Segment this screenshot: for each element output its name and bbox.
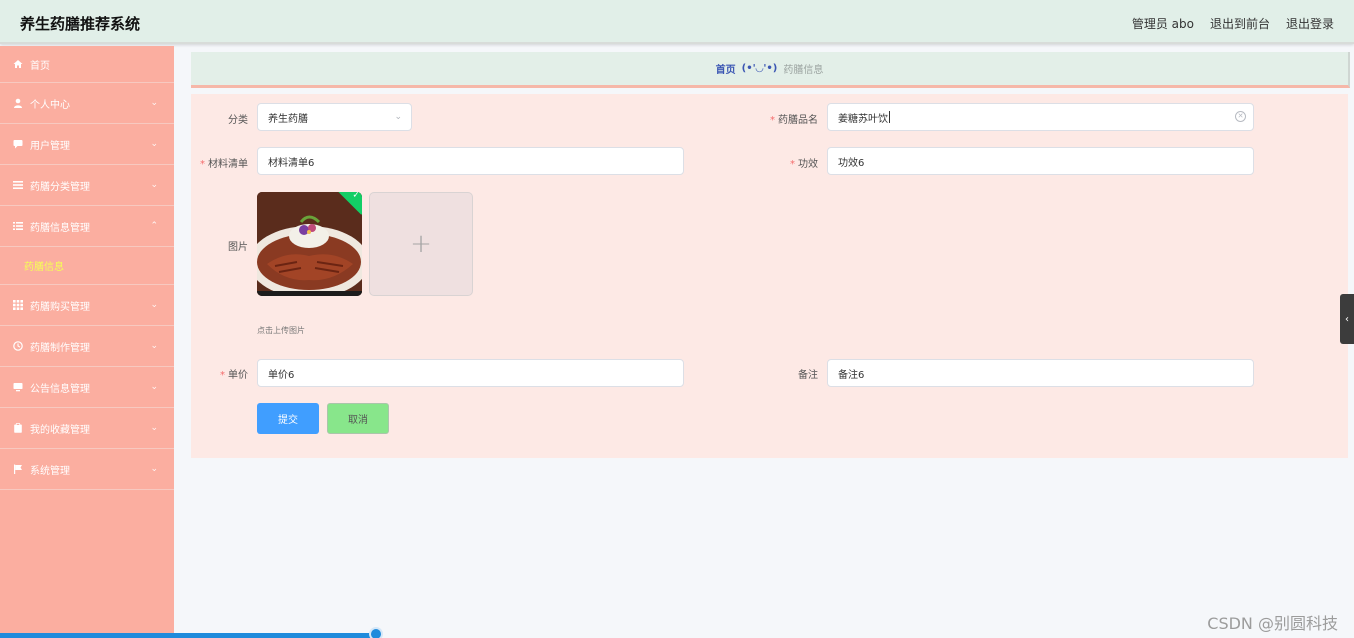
user-icon xyxy=(13,98,23,108)
sidebar-item-making[interactable]: 药膳制作管理 ⌄ xyxy=(0,326,174,367)
chevron-down-icon: ⌄ xyxy=(150,180,158,190)
bottom-scrollbar[interactable] xyxy=(0,633,376,638)
watermark: CSDN @别圆科技 xyxy=(1207,614,1338,633)
name-label-text: 药膳品名 xyxy=(778,115,818,126)
check-icon: ✓ xyxy=(352,192,360,201)
name-label: * 药膳品名 xyxy=(740,111,818,126)
sidebar-item-notice[interactable]: 公告信息管理 ⌄ xyxy=(0,367,174,408)
grid-icon xyxy=(13,300,23,310)
image-label-text: 图片 xyxy=(228,242,248,253)
chevron-up-icon: ⌃ xyxy=(150,221,158,231)
sidebar-subitem-info[interactable]: 药膳信息 xyxy=(0,247,174,285)
sidebar-item-label: 药膳信息管理 xyxy=(30,222,90,234)
sidebar-item-users[interactable]: 用户管理 ⌄ xyxy=(0,124,174,165)
breadcrumb: 首页 (•'◡'•) 药膳信息 xyxy=(191,52,1350,88)
chevron-down-icon: ⌄ xyxy=(150,300,158,310)
sidebar-item-label: 我的收藏管理 xyxy=(30,424,90,436)
remark-label: 备注 xyxy=(770,366,818,381)
monitor-icon xyxy=(13,382,23,392)
to-front-link[interactable]: 退出到前台 xyxy=(1210,15,1270,32)
price-value: 单价6 xyxy=(268,369,295,381)
chevron-down-icon: ⌄ xyxy=(150,464,158,474)
chevron-left-icon: ‹ xyxy=(1345,313,1349,325)
chevron-down-icon: ⌄ xyxy=(150,98,158,108)
text-caret xyxy=(889,111,890,123)
chevron-down-icon: ⌄ xyxy=(150,423,158,433)
flag-icon xyxy=(13,464,23,474)
sidebar-item-purchase[interactable]: 药膳购买管理 ⌄ xyxy=(0,285,174,326)
effect-label-text: 功效 xyxy=(798,159,818,170)
sidebar-item-label: 药膳购买管理 xyxy=(30,301,90,313)
app-title: 养生药膳推荐系统 xyxy=(20,15,141,33)
effect-input[interactable]: 功效6 xyxy=(827,147,1254,175)
chevron-down-icon: ⌄ xyxy=(150,139,158,149)
sidebar-item-label: 公告信息管理 xyxy=(30,383,90,395)
sidebar-item-info[interactable]: 药膳信息管理 ⌃ xyxy=(0,206,174,247)
sidebar-item-label: 用户管理 xyxy=(30,140,70,152)
price-label-text: 单价 xyxy=(228,370,248,381)
logout-link[interactable]: 退出登录 xyxy=(1286,15,1334,32)
chevron-down-icon: ⌄ xyxy=(394,112,402,122)
user-role: 管理员 xyxy=(1131,17,1168,31)
ingredients-input[interactable]: 材料清单6 xyxy=(257,147,684,175)
required-mark: * xyxy=(790,159,795,170)
category-label-text: 分类 xyxy=(228,115,248,126)
required-mark: * xyxy=(770,115,775,126)
price-input[interactable]: 单价6 xyxy=(257,359,684,387)
upload-tip: 点击上传图片 xyxy=(257,326,305,335)
chat-icon xyxy=(13,139,23,149)
image-label: 图片 xyxy=(200,238,248,253)
sidebar-item-label: 个人中心 xyxy=(30,99,70,111)
chevron-down-icon: ⌄ xyxy=(150,341,158,351)
side-toggle-tab[interactable]: ‹ xyxy=(1340,294,1354,344)
effect-label: * 功效 xyxy=(770,155,818,170)
ingredients-label: * 材料清单 xyxy=(196,155,248,170)
ingredients-value: 材料清单6 xyxy=(268,157,315,169)
category-label: 分类 xyxy=(200,111,248,126)
required-mark: * xyxy=(220,370,225,381)
chevron-down-icon: ⌄ xyxy=(150,382,158,392)
clear-icon[interactable]: ✕ xyxy=(1235,111,1246,122)
ingredients-label-text: 材料清单 xyxy=(208,159,248,170)
remark-label-text: 备注 xyxy=(798,370,818,381)
upload-button[interactable]: + xyxy=(369,192,473,296)
top-header: 养生药膳推荐系统 管理员 abo 退出到前台 退出登录 xyxy=(0,0,1354,44)
username: abo xyxy=(1171,17,1194,31)
cancel-button[interactable]: 取消 xyxy=(327,403,389,434)
uploaded-image[interactable]: ✓ xyxy=(257,192,362,296)
sidebar-item-label: 药膳制作管理 xyxy=(30,342,90,354)
dish-photo xyxy=(257,192,362,296)
category-value: 养生药膳 xyxy=(268,113,308,125)
sidebar-item-system[interactable]: 系统管理 ⌄ xyxy=(0,449,174,490)
name-value: 姜糖苏叶饮 xyxy=(838,113,888,125)
list-icon xyxy=(13,221,23,231)
required-mark: * xyxy=(200,159,205,170)
sidebar-item-home[interactable]: 首页 xyxy=(0,46,174,83)
remark-value: 备注6 xyxy=(838,369,865,381)
clock-icon xyxy=(13,341,23,351)
list-icon xyxy=(13,180,23,190)
breadcrumb-separator: (•'◡'•) xyxy=(741,63,778,74)
user-info: 管理员 abo xyxy=(1132,15,1194,32)
sidebar-item-label: 首页 xyxy=(30,60,50,72)
sidebar-item-profile[interactable]: 个人中心 ⌄ xyxy=(0,83,174,124)
header-actions: 管理员 abo 退出到前台 退出登录 xyxy=(1132,15,1334,32)
category-select[interactable]: 养生药膳 ⌄ xyxy=(257,103,412,131)
home-icon xyxy=(13,59,23,69)
name-input[interactable]: 姜糖苏叶饮 ✕ xyxy=(827,103,1254,131)
breadcrumb-home[interactable]: 首页 xyxy=(716,61,736,76)
plus-icon: + xyxy=(410,229,432,259)
remark-input[interactable]: 备注6 xyxy=(827,359,1254,387)
breadcrumb-current: 药膳信息 xyxy=(783,65,824,76)
effect-value: 功效6 xyxy=(838,157,865,169)
price-label: * 单价 xyxy=(200,366,248,381)
sidebar-item-label: 系统管理 xyxy=(30,465,70,477)
sidebar-item-label: 药膳分类管理 xyxy=(30,181,90,193)
clipboard-icon xyxy=(13,423,23,433)
scrollbar-handle[interactable] xyxy=(369,627,383,638)
sidebar-item-favorites[interactable]: 我的收藏管理 ⌄ xyxy=(0,408,174,449)
submit-button[interactable]: 提交 xyxy=(257,403,319,434)
sidebar: 首页 个人中心 ⌄ 用户管理 ⌄ 药膳分类管理 ⌄ 药膳信息管理 ⌃ 药膳信息 … xyxy=(0,46,174,638)
sidebar-item-category[interactable]: 药膳分类管理 ⌄ xyxy=(0,165,174,206)
